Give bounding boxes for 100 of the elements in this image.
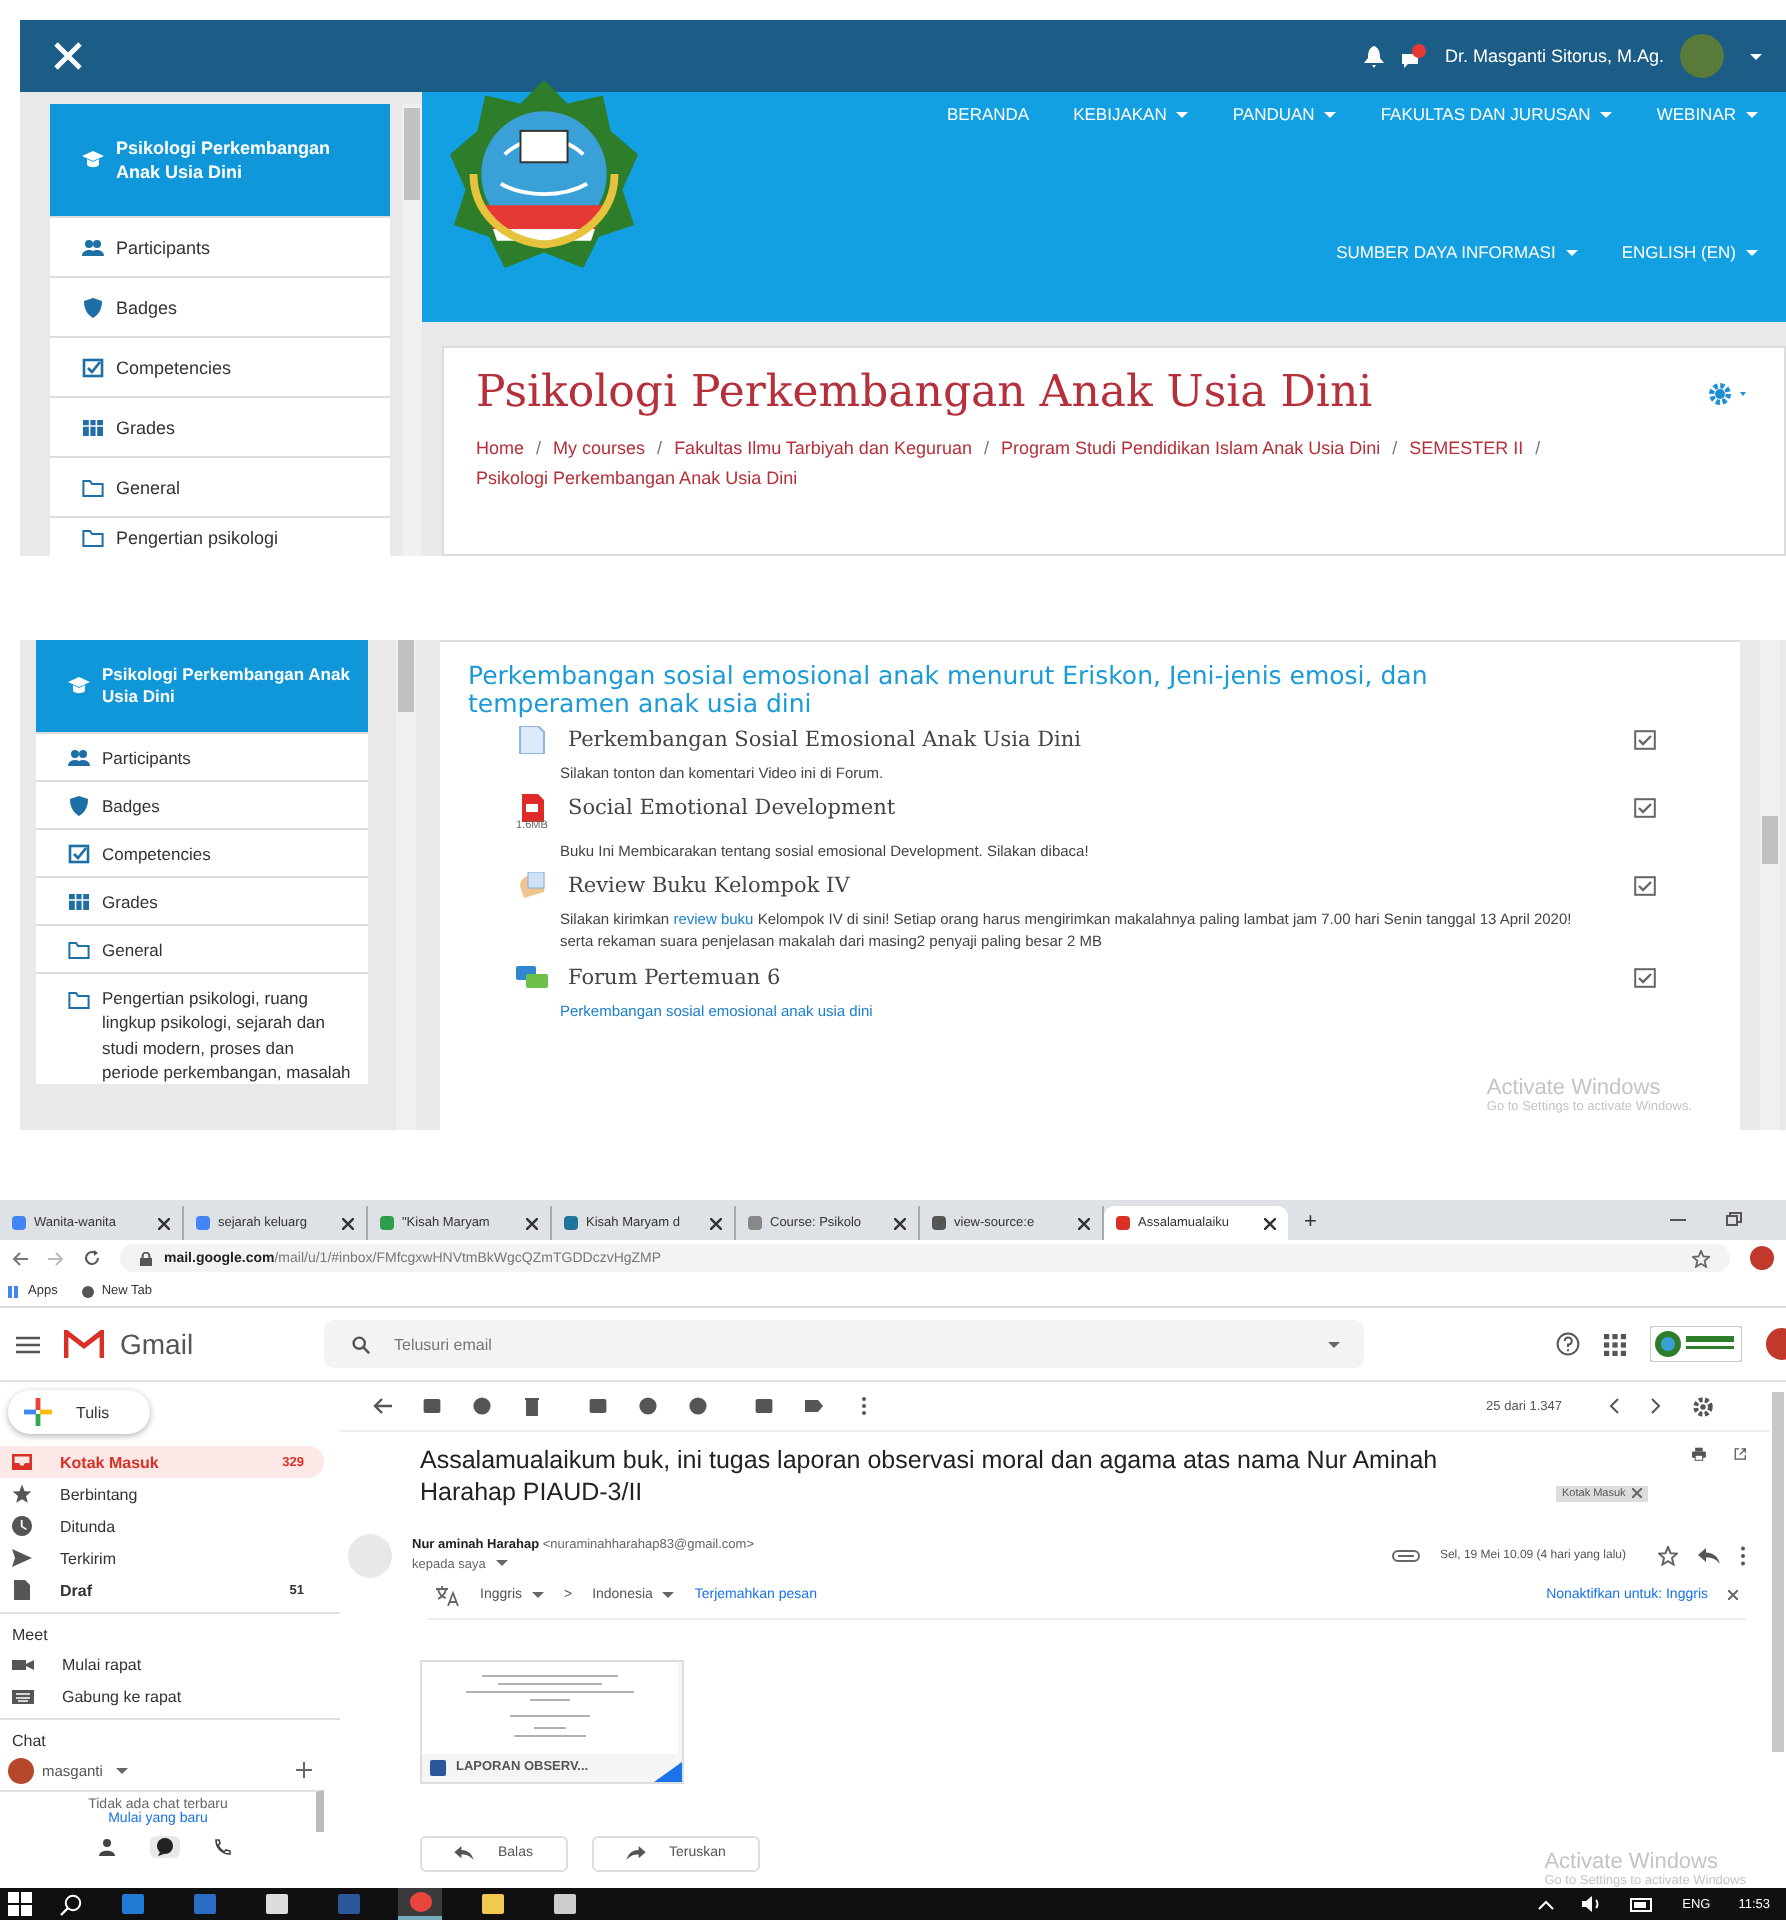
- scrollbar[interactable]: [1760, 640, 1780, 1130]
- close-icon[interactable]: [710, 1217, 722, 1229]
- trash-icon[interactable]: [522, 1396, 542, 1416]
- close-icon[interactable]: [342, 1217, 354, 1229]
- scrollbar[interactable]: [396, 640, 416, 1130]
- breadcrumb-link[interactable]: Fakultas Ilmu Tarbiyah dan Keguruan: [674, 434, 972, 465]
- close-icon[interactable]: [1264, 1217, 1276, 1229]
- activity-link[interactable]: Forum Pertemuan 6: [568, 965, 781, 989]
- sidebar-item[interactable]: General: [36, 926, 368, 972]
- scrollbar[interactable]: [402, 104, 422, 556]
- label-icon[interactable]: [804, 1396, 824, 1416]
- meet-item[interactable]: Gabung ke rapat: [0, 1680, 324, 1712]
- more-icon[interactable]: [1740, 1545, 1746, 1565]
- section-heading: Chat: [0, 1718, 340, 1754]
- apps-grid-icon[interactable]: [1604, 1333, 1626, 1355]
- breadcrumb-link[interactable]: My courses: [553, 434, 646, 465]
- chevron-up-icon[interactable]: [1538, 1899, 1555, 1909]
- back-arrow-icon[interactable]: [372, 1396, 392, 1416]
- plus-icon[interactable]: [296, 1762, 312, 1778]
- sidebar-item[interactable]: Badges: [50, 278, 390, 336]
- shield-icon: [68, 795, 90, 815]
- search-icon[interactable]: [352, 1335, 370, 1353]
- completion-checkbox-icon[interactable]: [1634, 967, 1656, 987]
- user-name[interactable]: Dr. Masganti Sitorus, M.Ag.: [1444, 46, 1664, 66]
- breadcrumb-link[interactable]: Psikologi Perkembangan Anak Usia Dini: [476, 464, 798, 496]
- table-icon: [82, 417, 104, 437]
- sidebar-item[interactable]: Badges: [36, 782, 368, 828]
- sidebar-item[interactable]: Pengertian psikologi, ruang lingkup psikologi, sejarah dan studi modern, proses dan periode perkembangan, masalah: [36, 974, 368, 1085]
- table-icon: [68, 891, 90, 911]
- sidebar-item[interactable]: Pengertian psikologi: [50, 518, 390, 556]
- star-icon[interactable]: [1692, 1249, 1710, 1267]
- compose-button[interactable]: Tulis: [8, 1390, 150, 1434]
- organization-logo[interactable]: [1650, 1326, 1742, 1362]
- chat-bubbles-icon: [516, 963, 548, 991]
- inbox-icon: [12, 1452, 32, 1472]
- windows-logo-icon[interactable]: [8, 1892, 32, 1916]
- settings-icon[interactable]: [1692, 1395, 1714, 1417]
- star-icon: [12, 1484, 32, 1504]
- restore-icon[interactable]: [1726, 1212, 1742, 1226]
- chevron-right-icon[interactable]: [1650, 1398, 1662, 1414]
- close-icon[interactable]: [158, 1217, 170, 1229]
- sidebar-item[interactable]: Grades: [50, 398, 390, 456]
- folder-item[interactable]: Terkirim: [0, 1542, 324, 1574]
- caret-icon[interactable]: [116, 1767, 129, 1773]
- activity-link[interactable]: Review Buku Kelompok IV: [568, 874, 850, 898]
- search-field[interactable]: Telusuri email: [324, 1320, 1364, 1368]
- meet-item[interactable]: Mulai rapat: [0, 1648, 324, 1680]
- speaker-icon[interactable]: [1582, 1896, 1603, 1912]
- sidebar-item[interactable]: Grades: [36, 878, 368, 924]
- reply-icon[interactable]: [1698, 1547, 1720, 1563]
- completion-checkbox-icon[interactable]: [1634, 729, 1656, 749]
- menu-icon[interactable]: [16, 1335, 40, 1353]
- open-new-window-icon[interactable]: [1733, 1444, 1746, 1464]
- back-arrow-icon[interactable]: [12, 1251, 28, 1265]
- forward-icon: [625, 1846, 646, 1860]
- caret-icon[interactable]: [495, 1560, 508, 1567]
- search-input[interactable]: Telusuri email: [390, 1326, 1302, 1362]
- avatar[interactable]: [1750, 1246, 1774, 1270]
- folder-item[interactable]: Ditunda: [0, 1510, 324, 1542]
- sidebar-item[interactable]: Participants: [50, 218, 390, 276]
- breadcrumb-link[interactable]: SEMESTER II: [1409, 434, 1524, 465]
- favicon-icon: [1116, 1216, 1130, 1230]
- checkbox-icon: [68, 843, 90, 863]
- favicon-icon: [564, 1216, 578, 1230]
- sidebar-item[interactable]: General: [50, 458, 390, 516]
- breadcrumb-link[interactable]: Home: [476, 434, 525, 465]
- caret-icon[interactable]: [1328, 1341, 1340, 1347]
- people-icon: [82, 237, 104, 257]
- completion-checkbox-icon[interactable]: [1634, 876, 1656, 896]
- people-icon: [68, 747, 90, 767]
- breadcrumb-separator: /: [1392, 436, 1398, 462]
- chevron-left-icon[interactable]: [1608, 1398, 1620, 1414]
- chat-icon[interactable]: [150, 1836, 180, 1858]
- word-file-icon: [430, 1759, 446, 1775]
- print-icon[interactable]: [1691, 1444, 1706, 1464]
- chat-badge-icon[interactable]: [1400, 43, 1429, 69]
- star-icon[interactable]: [1658, 1545, 1678, 1565]
- completion-checkbox-icon[interactable]: [1634, 797, 1656, 818]
- sidebar-item[interactable]: Competencies: [50, 338, 390, 396]
- sidebar-item[interactable]: Participants: [36, 734, 368, 780]
- search-icon[interactable]: [60, 1893, 82, 1915]
- activity-link[interactable]: Social Emotional Development: [568, 795, 896, 820]
- close-icon[interactable]: [1078, 1217, 1090, 1229]
- folder-item[interactable]: Berbintang: [0, 1478, 324, 1510]
- keyboard-icon: [12, 1687, 34, 1705]
- battery-icon[interactable]: [1630, 1897, 1655, 1911]
- new-tab-button[interactable]: +: [1304, 1210, 1317, 1234]
- reload-icon[interactable]: [84, 1250, 100, 1266]
- help-icon[interactable]: [1556, 1332, 1580, 1356]
- close-icon[interactable]: [894, 1217, 906, 1229]
- activity-link[interactable]: Perkembangan Sosial Emosional Anak Usia Dini: [568, 727, 1082, 751]
- section-title: Perkembangan sosial emosional anak menurut Eriskon, Jeni-jenis emosi, dan temperamen anak usia dini: [468, 662, 1430, 717]
- breadcrumb-link[interactable]: Program Studi Pendidikan Islam Anak Usia Dini: [1001, 434, 1381, 465]
- bell-icon[interactable]: [1364, 45, 1385, 67]
- close-icon[interactable]: [1728, 1590, 1738, 1600]
- settings-icon[interactable]: [1708, 381, 1752, 405]
- minimize-icon[interactable]: [1670, 1214, 1686, 1226]
- close-icon[interactable]: [526, 1217, 538, 1229]
- breadcrumb-separator: /: [536, 436, 542, 462]
- sidebar-item[interactable]: Competencies: [36, 830, 368, 876]
